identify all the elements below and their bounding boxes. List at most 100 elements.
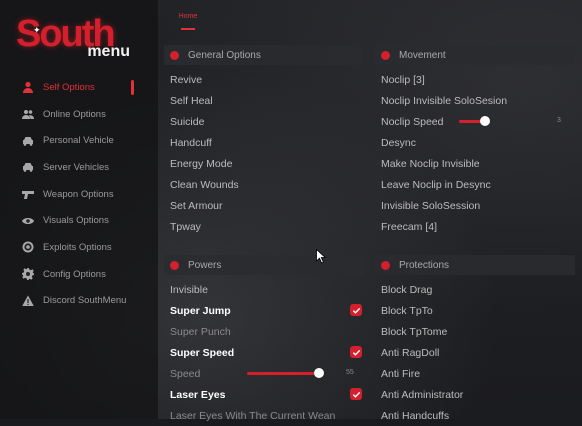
users-icon xyxy=(21,107,35,121)
option-label: Leave Noclip in Desync xyxy=(381,178,491,191)
sidebar-item-label: Exploits Options xyxy=(43,241,112,253)
general-icon xyxy=(170,50,179,60)
option-clean-wounds[interactable]: Clean Wounds xyxy=(164,174,362,195)
super-jump-checkbox[interactable] xyxy=(350,304,362,316)
option-block-tptome[interactable]: Block TpTome xyxy=(375,321,575,342)
option-label: Super Speed xyxy=(170,346,235,359)
car-icon xyxy=(21,160,35,174)
option-label: Laser Eyes xyxy=(170,388,226,401)
option-handcuff[interactable]: Handcuff xyxy=(164,132,362,153)
sidebar-item-label: Discord SouthMenu xyxy=(43,295,127,307)
option-label: Desync xyxy=(381,136,417,149)
option-laser-eyes[interactable]: Laser Eyes xyxy=(164,384,364,405)
sidebar-item-label: Personal Vehicle xyxy=(43,135,114,147)
sidebar-item-weapon-options[interactable]: Weapon Options xyxy=(0,181,158,208)
option-label: Block TpTo xyxy=(381,304,433,317)
option-freecam[interactable]: Freecam [4] xyxy=(375,216,575,237)
target-icon xyxy=(21,240,35,254)
option-revive[interactable]: Revive xyxy=(164,69,362,90)
option-laser-eyes-current-weapon[interactable]: Laser Eyes With The Current Wean xyxy=(164,405,364,426)
sidebar-item-discord[interactable]: Discord SouthMenu xyxy=(0,288,158,315)
option-anti-ragdoll[interactable]: Anti RagDoll xyxy=(375,342,575,363)
speed-handle[interactable] xyxy=(314,368,324,378)
laser-eyes-checkbox[interactable] xyxy=(350,388,362,400)
sidebar-item-personal-vehicle[interactable]: Personal Vehicle xyxy=(0,127,158,154)
option-self-heal[interactable]: Self Heal xyxy=(164,90,362,111)
option-label: Suicide xyxy=(170,115,205,128)
check-icon xyxy=(352,391,360,398)
sidebar-item-label: Config Options xyxy=(43,268,106,280)
panel-title: Movement xyxy=(399,49,446,61)
option-label: Freecam [4] xyxy=(381,220,438,233)
sidebar-item-visuals-options[interactable]: Visuals Options xyxy=(0,207,158,234)
option-label: Block TpTome xyxy=(381,325,448,338)
sidebar-item-label: Server Vehicles xyxy=(43,161,110,173)
option-invisible-solosession[interactable]: Invisible SoloSession xyxy=(375,195,575,216)
car-icon xyxy=(21,134,35,148)
option-super-punch[interactable]: Super Punch xyxy=(164,321,364,342)
sidebar-item-label: Weapon Options xyxy=(43,188,114,200)
speed-value: 55 xyxy=(346,369,354,376)
sidebar-item-label: Online Options xyxy=(43,108,106,120)
option-label: Noclip [3] xyxy=(381,73,425,86)
sidebar-item-self-options[interactable]: Self Options xyxy=(0,74,158,101)
general-options-panel: General Options Revive Self Heal Suicide… xyxy=(164,45,362,237)
option-label: Revive xyxy=(170,73,203,86)
option-noclip-invisible-solosesion[interactable]: Noclip Invisible SoloSesion xyxy=(375,90,575,111)
sidebar-item-exploits-options[interactable]: Exploits Options xyxy=(0,234,158,261)
noclip-speed-handle[interactable] xyxy=(480,116,490,126)
option-block-tpto[interactable]: Block TpTo xyxy=(375,300,575,321)
option-label: Set Armour xyxy=(170,199,223,212)
option-noclip[interactable]: Noclip [3] xyxy=(375,69,575,90)
panel-title: General Options xyxy=(188,49,261,61)
general-options-header: General Options xyxy=(164,45,362,65)
logo: South ✦ menu xyxy=(16,12,144,62)
option-make-noclip-invisible[interactable]: Make Noclip Invisible xyxy=(375,153,575,174)
eye-icon xyxy=(21,214,35,228)
sidebar-item-config-options[interactable]: Config Options xyxy=(0,261,158,288)
option-super-jump[interactable]: Super Jump xyxy=(164,300,364,321)
powers-icon xyxy=(170,260,179,270)
option-suicide[interactable]: Suicide xyxy=(164,111,362,132)
powers-panel: Powers Invisible Super Jump Super Punch … xyxy=(164,255,364,426)
star-icon: ✦ xyxy=(33,25,41,35)
sidebar-item-server-vehicles[interactable]: Server Vehicles xyxy=(0,154,158,181)
option-super-speed[interactable]: Super Speed xyxy=(164,342,364,363)
sidebar-item-label: Visuals Options xyxy=(43,215,109,227)
mouse-cursor-icon xyxy=(316,249,326,264)
option-label: Anti RagDoll xyxy=(381,346,440,359)
warning-icon xyxy=(21,294,35,308)
option-label: Block Drag xyxy=(381,283,433,296)
tab-underline xyxy=(181,28,195,30)
check-icon xyxy=(352,307,360,314)
sidebar-item-online-options[interactable]: Online Options xyxy=(0,101,158,128)
noclip-speed-value: 3 xyxy=(557,117,561,124)
sidebar: South ✦ menu Self Options Online Options… xyxy=(0,0,158,419)
super-speed-checkbox[interactable] xyxy=(350,346,362,358)
option-anti-administrator[interactable]: Anti Administrator xyxy=(375,384,575,405)
option-label: Super Punch xyxy=(170,325,231,338)
option-label: Anti Handcuffs xyxy=(381,409,450,422)
movement-header: Movement xyxy=(375,45,575,65)
option-noclip-speed[interactable]: Noclip Speed 3 xyxy=(375,111,575,132)
option-label: Handcuff xyxy=(170,136,212,149)
panel-title: Powers xyxy=(188,259,222,271)
option-speed[interactable]: Speed 55 xyxy=(164,363,364,384)
movement-panel: Movement Noclip [3] Noclip Invisible Sol… xyxy=(375,45,575,237)
option-desync[interactable]: Desync xyxy=(375,132,575,153)
option-anti-fire[interactable]: Anti Fire xyxy=(375,363,575,384)
option-label: Anti Fire xyxy=(381,367,421,380)
option-set-armour[interactable]: Set Armour xyxy=(164,195,362,216)
option-energy-mode[interactable]: Energy Mode xyxy=(164,153,362,174)
movement-icon xyxy=(381,50,390,60)
option-label: Clean Wounds xyxy=(170,178,239,191)
option-tpway[interactable]: Tpway xyxy=(164,216,362,237)
option-label: Invisible SoloSession xyxy=(381,199,481,212)
option-invisible[interactable]: Invisible xyxy=(164,279,364,300)
powers-header: Powers xyxy=(164,255,364,275)
tab-home[interactable]: Home xyxy=(169,9,207,31)
option-leave-noclip-in-desync[interactable]: Leave Noclip in Desync xyxy=(375,174,575,195)
speed-slider[interactable] xyxy=(247,372,319,375)
option-anti-handcuffs[interactable]: Anti Handcuffs xyxy=(375,405,575,426)
option-block-drag[interactable]: Block Drag xyxy=(375,279,575,300)
